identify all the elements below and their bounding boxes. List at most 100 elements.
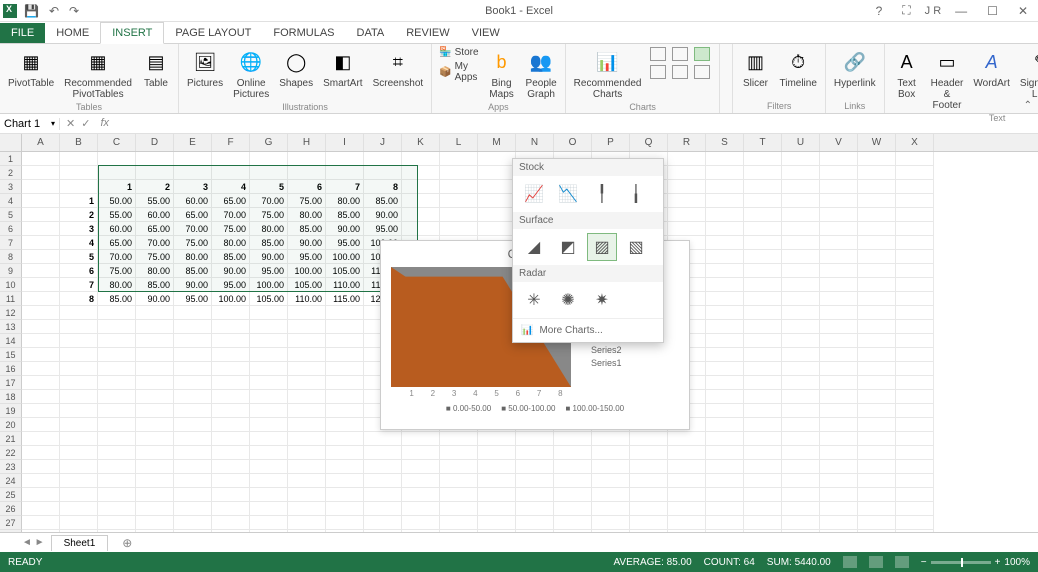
cell[interactable]	[174, 362, 212, 376]
cell[interactable]: 80.00	[250, 222, 288, 236]
cell[interactable]: 70.00	[98, 250, 136, 264]
cell[interactable]	[858, 460, 896, 474]
cell[interactable]	[478, 180, 516, 194]
cell[interactable]	[212, 446, 250, 460]
cell[interactable]	[326, 460, 364, 474]
cell[interactable]	[174, 432, 212, 446]
cell[interactable]	[250, 376, 288, 390]
row-header[interactable]: 10	[0, 278, 22, 292]
cell[interactable]	[782, 502, 820, 516]
cell[interactable]	[22, 208, 60, 222]
maximize-button[interactable]: ☐	[981, 4, 1004, 18]
cell[interactable]	[22, 488, 60, 502]
row-header[interactable]: 16	[0, 362, 22, 376]
cell[interactable]	[858, 222, 896, 236]
cell[interactable]	[326, 404, 364, 418]
cell[interactable]	[60, 446, 98, 460]
cell[interactable]	[592, 502, 630, 516]
online-pictures-button[interactable]: 🌐Online Pictures	[231, 46, 271, 102]
cell[interactable]	[478, 194, 516, 208]
cell[interactable]	[288, 404, 326, 418]
cell[interactable]	[744, 152, 782, 166]
tab-review[interactable]: REVIEW	[395, 23, 460, 43]
col-header[interactable]: U	[782, 134, 820, 151]
cell[interactable]	[288, 460, 326, 474]
cell[interactable]	[60, 362, 98, 376]
row-header[interactable]: 21	[0, 432, 22, 446]
cell[interactable]	[744, 334, 782, 348]
cell[interactable]	[288, 306, 326, 320]
cell[interactable]	[60, 530, 98, 532]
cell[interactable]	[706, 432, 744, 446]
cell[interactable]	[706, 348, 744, 362]
cell[interactable]	[288, 334, 326, 348]
cell[interactable]	[858, 530, 896, 532]
cell[interactable]	[706, 362, 744, 376]
cell[interactable]	[744, 516, 782, 530]
cell[interactable]	[554, 530, 592, 532]
cell[interactable]	[326, 474, 364, 488]
cell[interactable]	[896, 376, 934, 390]
cell[interactable]: 60.00	[174, 194, 212, 208]
column-chart-icon[interactable]	[650, 47, 666, 61]
cell[interactable]	[22, 530, 60, 532]
cell[interactable]: 95.00	[250, 264, 288, 278]
cell[interactable]	[174, 306, 212, 320]
cell[interactable]	[896, 306, 934, 320]
cell[interactable]: 7	[60, 278, 98, 292]
cell[interactable]	[136, 460, 174, 474]
row-header[interactable]: 11	[0, 292, 22, 306]
cell[interactable]	[896, 278, 934, 292]
cell[interactable]	[744, 208, 782, 222]
cell[interactable]	[212, 362, 250, 376]
cell[interactable]	[782, 334, 820, 348]
cell[interactable]	[858, 390, 896, 404]
stock-ohlc-icon[interactable]: 📉	[553, 180, 583, 208]
enter-formula-icon[interactable]: ✓	[81, 117, 90, 130]
cell[interactable]	[706, 418, 744, 432]
cell[interactable]	[668, 502, 706, 516]
cell[interactable]: 70.00	[250, 194, 288, 208]
cell[interactable]	[440, 194, 478, 208]
cell[interactable]	[554, 502, 592, 516]
cell[interactable]	[820, 236, 858, 250]
col-header[interactable]: L	[440, 134, 478, 151]
cell[interactable]: 95.00	[364, 222, 402, 236]
close-button[interactable]: ✕	[1012, 4, 1034, 18]
cell[interactable]	[820, 432, 858, 446]
cell[interactable]	[136, 334, 174, 348]
cell[interactable]: 80.00	[288, 208, 326, 222]
cell[interactable]	[858, 432, 896, 446]
cell[interactable]	[364, 152, 402, 166]
cell[interactable]	[896, 530, 934, 532]
cell[interactable]	[440, 208, 478, 222]
cell[interactable]	[22, 502, 60, 516]
cell[interactable]: 80.00	[326, 194, 364, 208]
cell[interactable]	[858, 404, 896, 418]
cell[interactable]	[820, 516, 858, 530]
cell[interactable]	[364, 488, 402, 502]
stock-vhlc-icon[interactable]: ╿	[587, 180, 617, 208]
cell[interactable]	[326, 502, 364, 516]
cell[interactable]	[22, 334, 60, 348]
cell[interactable]	[782, 390, 820, 404]
cell[interactable]	[212, 530, 250, 532]
cell[interactable]	[706, 460, 744, 474]
col-header[interactable]: G	[250, 134, 288, 151]
row-header[interactable]: 26	[0, 502, 22, 516]
zoom-control[interactable]: − + 100%	[921, 557, 1030, 568]
cell[interactable]	[858, 278, 896, 292]
cell[interactable]	[782, 320, 820, 334]
cell[interactable]	[820, 488, 858, 502]
help-button[interactable]: ?	[870, 4, 889, 18]
cell[interactable]	[744, 222, 782, 236]
col-header[interactable]: A	[22, 134, 60, 151]
cell[interactable]: 95.00	[174, 292, 212, 306]
cell[interactable]	[22, 320, 60, 334]
cell[interactable]	[136, 488, 174, 502]
cell[interactable]: 70.00	[212, 208, 250, 222]
cell[interactable]	[896, 446, 934, 460]
cell[interactable]: 75.00	[136, 250, 174, 264]
cell[interactable]	[554, 516, 592, 530]
col-header[interactable]: P	[592, 134, 630, 151]
